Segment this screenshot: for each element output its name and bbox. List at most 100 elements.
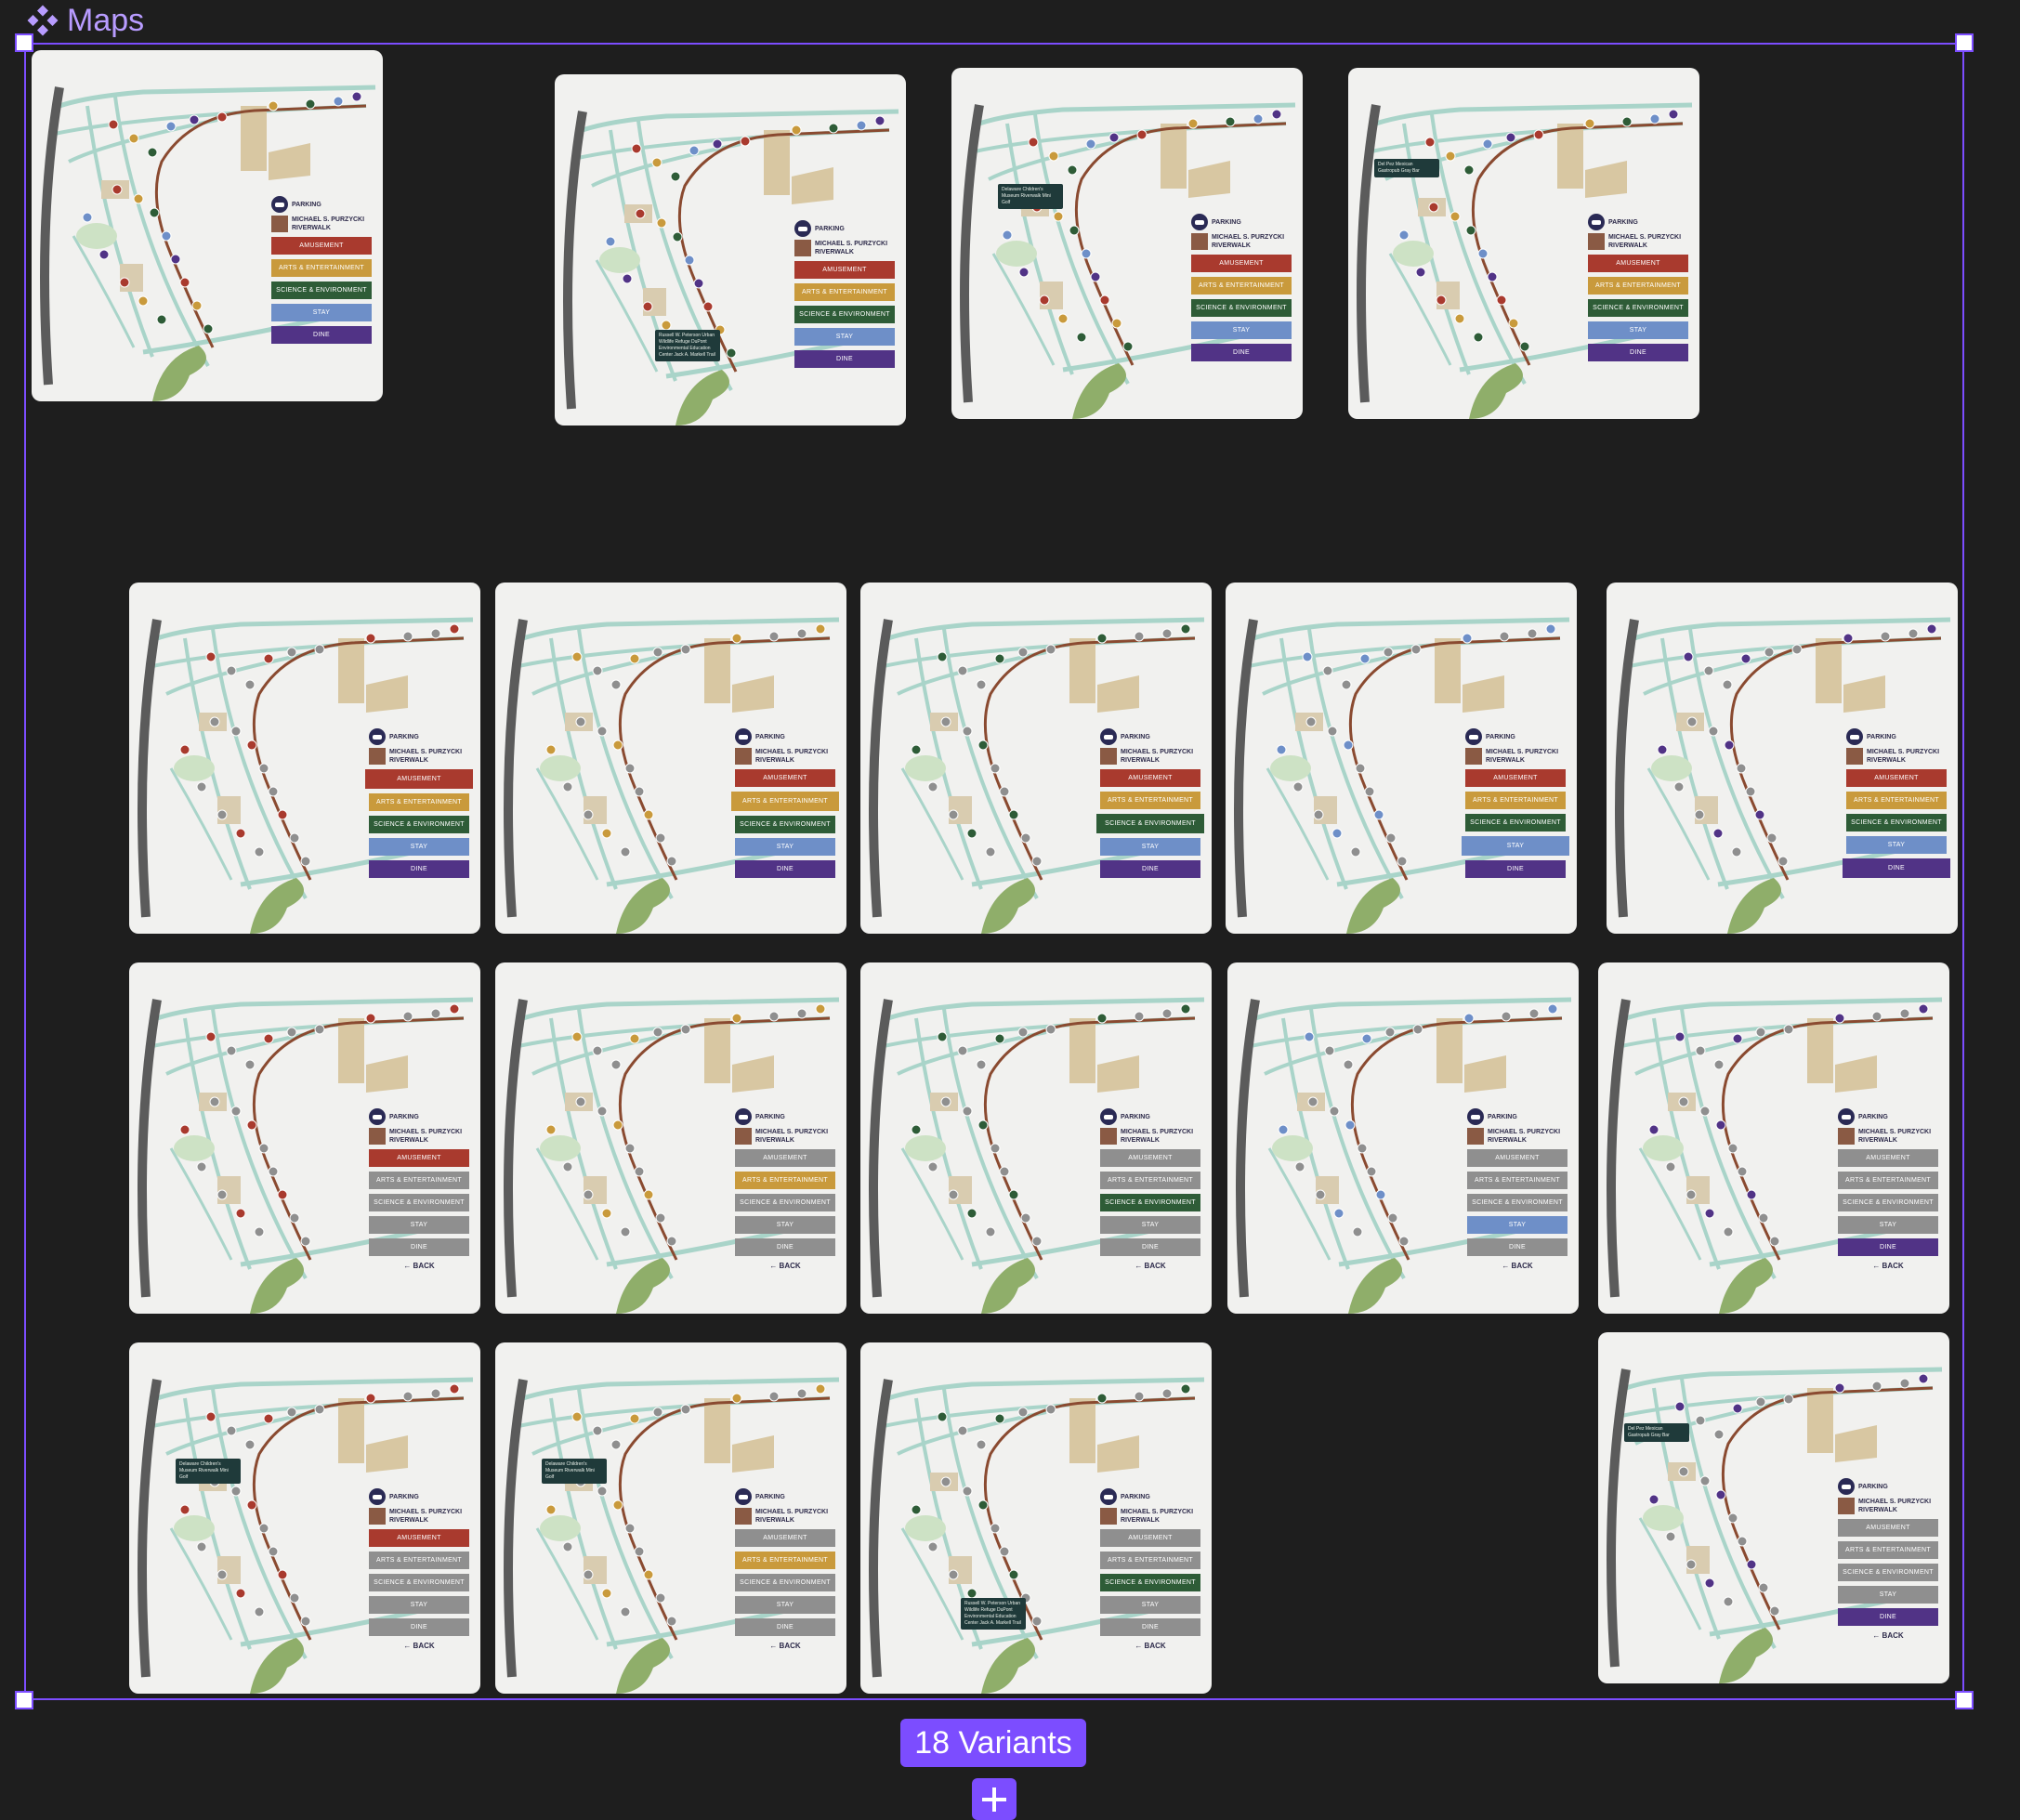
category-button-science[interactable]: SCIENCE & ENVIRONMENT — [1588, 299, 1688, 317]
resize-handle-bottom-left[interactable] — [15, 1691, 33, 1709]
map-variant-card[interactable]: PARKING MICHAEL S. PURZYCKI RIVERWALK AMUS… — [129, 583, 480, 934]
category-button-dine[interactable]: DINE — [794, 350, 895, 368]
category-button-dine[interactable]: DINE — [1467, 1238, 1567, 1256]
category-button-dine[interactable]: DINE — [1191, 344, 1292, 361]
category-button-dine[interactable]: DINE — [369, 1618, 469, 1636]
category-button-dine[interactable]: DINE — [1100, 860, 1200, 878]
category-button-dine[interactable]: DINE — [1465, 860, 1566, 878]
map-variant-card[interactable]: PARKING MICHAEL S. PURZYCKI RIVERWALK AMUS… — [860, 583, 1212, 934]
map-variant-card[interactable]: PARKING MICHAEL S. PURZYCKI RIVERWALK AMUS… — [1598, 962, 1949, 1314]
variants-count-button[interactable]: 18 Variants — [900, 1719, 1086, 1767]
back-link[interactable]: ← BACK — [1838, 1262, 1938, 1270]
category-button-dine[interactable]: DINE — [1100, 1618, 1200, 1636]
category-button-arts[interactable]: ARTS & ENTERTAINMENT — [369, 793, 469, 811]
back-link[interactable]: ← BACK — [735, 1642, 835, 1650]
component-set-title[interactable]: Maps — [26, 2, 144, 39]
map-variant-card[interactable]: PARKING MICHAEL S. PURZYCKI RIVERWALK AMUS… — [860, 962, 1212, 1314]
map-variant-card[interactable]: PARKING MICHAEL S. PURZYCKI RIVERWALK AMUS… — [1227, 962, 1579, 1314]
map-variant-card[interactable]: PARKING MICHAEL S. PURZYCKI RIVERWALK AMUS… — [129, 962, 480, 1314]
resize-handle-top-right[interactable] — [1955, 33, 1974, 52]
map-variant-card[interactable]: PARKING MICHAEL S. PURZYCKI RIVERWALK AMUS… — [32, 50, 383, 401]
category-button-science[interactable]: SCIENCE & ENVIRONMENT — [369, 1574, 469, 1591]
map-variant-card[interactable]: PARKING MICHAEL S. PURZYCKI RIVERWALK AMUS… — [1348, 68, 1699, 419]
category-button-science[interactable]: SCIENCE & ENVIRONMENT — [1838, 1564, 1938, 1581]
category-button-stay[interactable]: STAY — [1467, 1216, 1567, 1234]
category-button-arts[interactable]: ARTS & ENTERTAINMENT — [369, 1552, 469, 1569]
category-button-amusement[interactable]: AMUSEMENT — [1100, 1149, 1200, 1167]
category-button-arts[interactable]: ARTS & ENTERTAINMENT — [1588, 277, 1688, 295]
category-button-arts[interactable]: ARTS & ENTERTAINMENT — [735, 1552, 835, 1569]
category-button-arts[interactable]: ARTS & ENTERTAINMENT — [735, 1172, 835, 1189]
category-button-science[interactable]: SCIENCE & ENVIRONMENT — [1100, 1574, 1200, 1591]
category-button-stay[interactable]: STAY — [1588, 321, 1688, 339]
back-link[interactable]: ← BACK — [1467, 1262, 1567, 1270]
map-variant-card[interactable]: PARKING MICHAEL S. PURZYCKI RIVERWALK AMUS… — [495, 962, 846, 1314]
category-button-amusement[interactable]: AMUSEMENT — [735, 1149, 835, 1167]
category-button-science[interactable]: SCIENCE & ENVIRONMENT — [271, 282, 372, 299]
category-button-stay[interactable]: STAY — [735, 1216, 835, 1234]
category-button-dine[interactable]: DINE — [1843, 858, 1950, 878]
back-link[interactable]: ← BACK — [369, 1262, 469, 1270]
category-button-science[interactable]: SCIENCE & ENVIRONMENT — [794, 306, 895, 323]
category-button-dine[interactable]: DINE — [1100, 1238, 1200, 1256]
map-variant-card[interactable]: PARKING MICHAEL S. PURZYCKI RIVERWALK AMUS… — [495, 583, 846, 934]
back-link[interactable]: ← BACK — [369, 1642, 469, 1650]
category-button-amusement[interactable]: AMUSEMENT — [1846, 769, 1947, 787]
map-variant-card[interactable]: PARKING MICHAEL S. PURZYCKI RIVERWALK AMUS… — [555, 74, 906, 426]
category-button-dine[interactable]: DINE — [271, 326, 372, 344]
add-variant-button[interactable] — [972, 1778, 1017, 1820]
map-variant-card[interactable]: PARKING MICHAEL S. PURZYCKI RIVERWALK AMUS… — [1607, 583, 1958, 934]
category-button-amusement[interactable]: AMUSEMENT — [1100, 769, 1200, 787]
category-button-arts[interactable]: ARTS & ENTERTAINMENT — [1100, 1552, 1200, 1569]
category-button-stay[interactable]: STAY — [1462, 836, 1569, 856]
category-button-stay[interactable]: STAY — [1846, 836, 1947, 854]
category-button-dine[interactable]: DINE — [1838, 1238, 1938, 1256]
category-button-dine[interactable]: DINE — [1838, 1608, 1938, 1626]
category-button-science[interactable]: SCIENCE & ENVIRONMENT — [369, 1194, 469, 1211]
category-button-arts[interactable]: ARTS & ENTERTAINMENT — [1846, 792, 1947, 809]
map-variant-card[interactable]: PARKING MICHAEL S. PURZYCKI RIVERWALK AMUS… — [1226, 583, 1577, 934]
map-variant-card[interactable]: PARKING MICHAEL S. PURZYCKI RIVERWALK AMUS… — [129, 1342, 480, 1694]
category-button-amusement[interactable]: AMUSEMENT — [1838, 1149, 1938, 1167]
category-button-arts[interactable]: ARTS & ENTERTAINMENT — [1467, 1172, 1567, 1189]
category-button-stay[interactable]: STAY — [369, 838, 469, 856]
category-button-amusement[interactable]: AMUSEMENT — [1465, 769, 1566, 787]
category-button-arts[interactable]: ARTS & ENTERTAINMENT — [1100, 1172, 1200, 1189]
resize-handle-top-left[interactable] — [15, 33, 33, 52]
category-button-amusement[interactable]: AMUSEMENT — [1191, 255, 1292, 272]
category-button-stay[interactable]: STAY — [1100, 838, 1200, 856]
category-button-stay[interactable]: STAY — [794, 328, 895, 346]
category-button-science[interactable]: SCIENCE & ENVIRONMENT — [1100, 1194, 1200, 1211]
map-variant-card[interactable]: PARKING MICHAEL S. PURZYCKI RIVERWALK AMUS… — [1598, 1332, 1949, 1683]
back-link[interactable]: ← BACK — [735, 1262, 835, 1270]
category-button-science[interactable]: SCIENCE & ENVIRONMENT — [1465, 814, 1566, 831]
category-button-amusement[interactable]: AMUSEMENT — [365, 769, 473, 789]
category-button-arts[interactable]: ARTS & ENTERTAINMENT — [271, 259, 372, 277]
category-button-dine[interactable]: DINE — [735, 860, 835, 878]
category-button-stay[interactable]: STAY — [1100, 1216, 1200, 1234]
category-button-amusement[interactable]: AMUSEMENT — [271, 237, 372, 255]
category-button-science[interactable]: SCIENCE & ENVIRONMENT — [1467, 1194, 1567, 1211]
map-variant-card[interactable]: PARKING MICHAEL S. PURZYCKI RIVERWALK AMUS… — [951, 68, 1303, 419]
category-button-amusement[interactable]: AMUSEMENT — [369, 1529, 469, 1547]
category-button-amusement[interactable]: AMUSEMENT — [1588, 255, 1688, 272]
category-button-science[interactable]: SCIENCE & ENVIRONMENT — [1096, 814, 1204, 833]
category-button-arts[interactable]: ARTS & ENTERTAINMENT — [794, 283, 895, 301]
category-button-dine[interactable]: DINE — [735, 1238, 835, 1256]
category-button-science[interactable]: SCIENCE & ENVIRONMENT — [369, 816, 469, 833]
category-button-arts[interactable]: ARTS & ENTERTAINMENT — [1100, 792, 1200, 809]
category-button-science[interactable]: SCIENCE & ENVIRONMENT — [1846, 814, 1947, 831]
category-button-science[interactable]: SCIENCE & ENVIRONMENT — [1191, 299, 1292, 317]
category-button-stay[interactable]: STAY — [1191, 321, 1292, 339]
resize-handle-bottom-right[interactable] — [1955, 1691, 1974, 1709]
category-button-amusement[interactable]: AMUSEMENT — [1467, 1149, 1567, 1167]
category-button-amusement[interactable]: AMUSEMENT — [735, 769, 835, 787]
category-button-science[interactable]: SCIENCE & ENVIRONMENT — [735, 816, 835, 833]
map-variant-card[interactable]: PARKING MICHAEL S. PURZYCKI RIVERWALK AMUS… — [860, 1342, 1212, 1694]
category-button-dine[interactable]: DINE — [369, 860, 469, 878]
category-button-dine[interactable]: DINE — [369, 1238, 469, 1256]
map-variant-card[interactable]: PARKING MICHAEL S. PURZYCKI RIVERWALK AMUS… — [495, 1342, 846, 1694]
category-button-stay[interactable]: STAY — [369, 1596, 469, 1614]
category-button-dine[interactable]: DINE — [1588, 344, 1688, 361]
category-button-amusement[interactable]: AMUSEMENT — [1838, 1519, 1938, 1537]
